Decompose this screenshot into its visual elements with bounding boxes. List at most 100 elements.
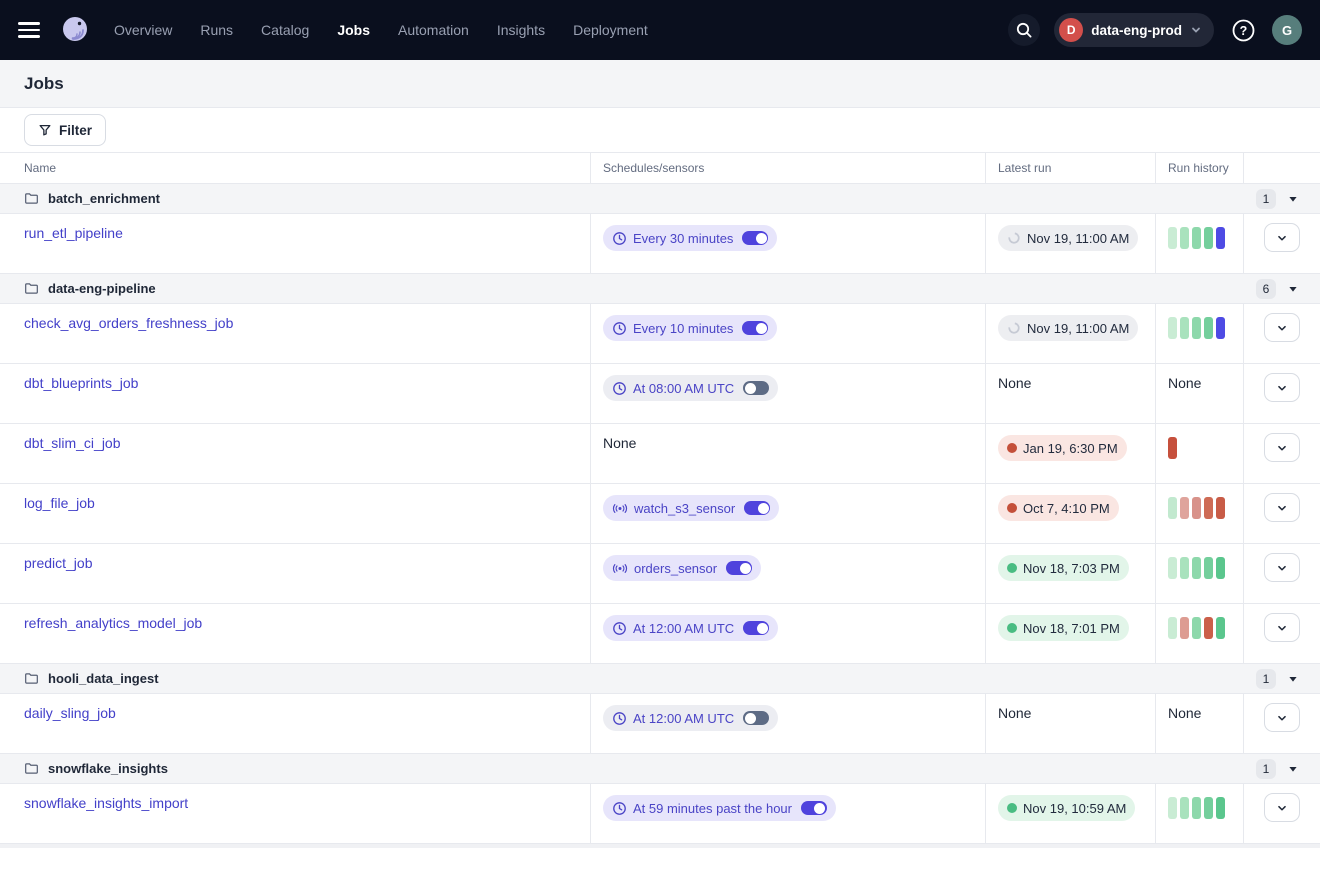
schedule-label: At 59 minutes past the hour (633, 801, 792, 816)
row-expand-button[interactable] (1264, 703, 1300, 732)
group-collapse-button[interactable] (1288, 194, 1298, 204)
nav-item-catalog[interactable]: Catalog (261, 22, 309, 38)
schedule-toggle[interactable] (742, 231, 768, 245)
latest-run-chip[interactable]: Nov 19, 11:00 AM (998, 315, 1138, 341)
run-history-bar[interactable] (1216, 317, 1225, 339)
row-expand-button[interactable] (1264, 613, 1300, 642)
nav-item-jobs[interactable]: Jobs (337, 22, 370, 38)
row-expand-button[interactable] (1264, 553, 1300, 582)
schedule-toggle[interactable] (744, 501, 770, 515)
row-expand-button[interactable] (1264, 433, 1300, 462)
chevron-down-icon (1275, 381, 1289, 395)
run-history-bar[interactable] (1192, 797, 1201, 819)
sensor-icon (612, 501, 628, 516)
job-name-link[interactable]: dbt_blueprints_job (24, 375, 138, 391)
run-history-bar[interactable] (1180, 617, 1189, 639)
search-icon[interactable] (1008, 14, 1040, 46)
run-history-bar[interactable] (1180, 557, 1189, 579)
latest-run-chip[interactable]: Nov 18, 7:03 PM (998, 555, 1129, 581)
run-history-bar[interactable] (1204, 497, 1213, 519)
run-history-bar[interactable] (1216, 617, 1225, 639)
schedule-toggle[interactable] (743, 711, 769, 725)
nav-item-deployment[interactable]: Deployment (573, 22, 648, 38)
run-history-bar[interactable] (1180, 227, 1189, 249)
schedule-chip[interactable]: At 59 minutes past the hour (603, 795, 836, 821)
row-expand-button[interactable] (1264, 793, 1300, 822)
job-name-link[interactable]: log_file_job (24, 495, 95, 511)
run-history-bar[interactable] (1168, 227, 1177, 249)
group-caret-icon (1288, 194, 1298, 204)
row-expand-button[interactable] (1264, 373, 1300, 402)
latest-run-time: Jan 19, 6:30 PM (1023, 441, 1118, 456)
run-history-bar[interactable] (1168, 437, 1177, 459)
schedule-chip[interactable]: At 08:00 AM UTC (603, 375, 778, 401)
job-name-link[interactable]: predict_job (24, 555, 93, 571)
latest-run-chip[interactable]: Nov 18, 7:01 PM (998, 615, 1129, 641)
row-expand-button[interactable] (1264, 223, 1300, 252)
run-history-bar[interactable] (1216, 797, 1225, 819)
nav-item-runs[interactable]: Runs (200, 22, 233, 38)
latest-run-chip[interactable]: Jan 19, 6:30 PM (998, 435, 1127, 461)
job-name-link[interactable]: run_etl_pipeline (24, 225, 123, 241)
group-count-badge: 1 (1256, 669, 1276, 689)
run-history-bar[interactable] (1168, 797, 1177, 819)
schedule-chip[interactable]: Every 30 minutes (603, 225, 777, 251)
latest-run-chip[interactable]: Oct 7, 4:10 PM (998, 495, 1119, 521)
latest-run-time: Nov 18, 7:01 PM (1023, 621, 1120, 636)
row-expand-button[interactable] (1264, 313, 1300, 342)
nav-item-overview[interactable]: Overview (114, 22, 172, 38)
schedule-toggle[interactable] (743, 381, 769, 395)
schedule-chip[interactable]: orders_sensor (603, 555, 761, 581)
group-collapse-button[interactable] (1288, 284, 1298, 294)
run-history-bar[interactable] (1216, 557, 1225, 579)
run-history-bar[interactable] (1216, 497, 1225, 519)
latest-run-time: Oct 7, 4:10 PM (1023, 501, 1110, 516)
latest-run-chip[interactable]: Nov 19, 10:59 AM (998, 795, 1135, 821)
schedule-chip[interactable]: At 12:00 AM UTC (603, 705, 778, 731)
group-count-badge: 1 (1256, 759, 1276, 779)
dagster-logo-icon[interactable] (58, 13, 92, 47)
schedule-toggle[interactable] (801, 801, 827, 815)
run-history-bar[interactable] (1192, 497, 1201, 519)
run-history-bar[interactable] (1204, 557, 1213, 579)
run-history-bar[interactable] (1192, 557, 1201, 579)
job-name-link[interactable]: refresh_analytics_model_job (24, 615, 202, 631)
run-history-bar[interactable] (1192, 227, 1201, 249)
schedule-chip[interactable]: At 12:00 AM UTC (603, 615, 778, 641)
row-expand-button[interactable] (1264, 493, 1300, 522)
deployment-switcher[interactable]: D data-eng-prod (1054, 13, 1214, 47)
job-name-link[interactable]: check_avg_orders_freshness_job (24, 315, 233, 331)
run-history-bar[interactable] (1204, 227, 1213, 249)
run-history-bar[interactable] (1168, 317, 1177, 339)
run-history-bar[interactable] (1204, 797, 1213, 819)
run-history-bar[interactable] (1180, 497, 1189, 519)
filter-button[interactable]: Filter (24, 114, 106, 146)
nav-item-insights[interactable]: Insights (497, 22, 545, 38)
latest-run-chip[interactable]: Nov 19, 11:00 AM (998, 225, 1138, 251)
schedule-toggle[interactable] (743, 621, 769, 635)
group-collapse-button[interactable] (1288, 674, 1298, 684)
run-history-bar[interactable] (1192, 617, 1201, 639)
schedule-chip[interactable]: Every 10 minutes (603, 315, 777, 341)
schedule-toggle[interactable] (742, 321, 768, 335)
run-history-bar[interactable] (1168, 617, 1177, 639)
run-history-bar[interactable] (1204, 617, 1213, 639)
run-history-bar[interactable] (1168, 497, 1177, 519)
run-history-bar[interactable] (1204, 317, 1213, 339)
help-icon[interactable]: ? (1228, 15, 1258, 45)
user-avatar[interactable]: G (1272, 15, 1302, 45)
deployment-badge: D (1059, 18, 1083, 42)
run-history-bar[interactable] (1168, 557, 1177, 579)
job-name-link[interactable]: snowflake_insights_import (24, 795, 188, 811)
nav-item-automation[interactable]: Automation (398, 22, 469, 38)
schedule-chip[interactable]: watch_s3_sensor (603, 495, 779, 521)
group-collapse-button[interactable] (1288, 764, 1298, 774)
run-history-bar[interactable] (1192, 317, 1201, 339)
menu-icon[interactable] (18, 17, 44, 43)
run-history-bar[interactable] (1180, 797, 1189, 819)
job-name-link[interactable]: daily_sling_job (24, 705, 116, 721)
job-name-link[interactable]: dbt_slim_ci_job (24, 435, 121, 451)
run-history-bar[interactable] (1180, 317, 1189, 339)
schedule-toggle[interactable] (726, 561, 752, 575)
run-history-bar[interactable] (1216, 227, 1225, 249)
